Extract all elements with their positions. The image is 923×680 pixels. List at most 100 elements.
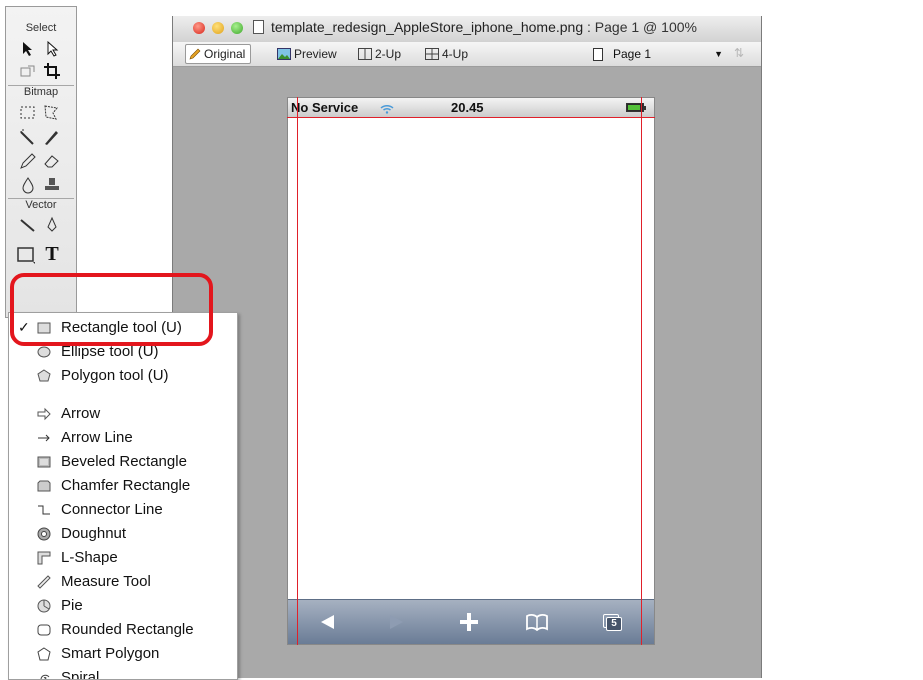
brush-tool-icon[interactable] xyxy=(42,127,62,147)
back-arrow-icon[interactable] xyxy=(314,608,342,636)
close-window-button[interactable] xyxy=(193,22,205,34)
pointer-tool-icon[interactable] xyxy=(18,39,38,59)
menu-item-rectangle-tool[interactable]: ✓ Rectangle tool (U) xyxy=(9,316,237,340)
page-icon xyxy=(593,48,603,61)
menu-item-measure-tool[interactable]: Measure Tool xyxy=(9,570,237,594)
view-toolbar: Original Preview 2-Up 4-Up Page 1 ▼ ⇅ xyxy=(173,42,761,67)
menu-item-rounded-rectangle[interactable]: Rounded Rectangle xyxy=(9,618,237,642)
chevron-down-icon: ▼ xyxy=(714,49,723,59)
rectangle-icon xyxy=(37,321,51,335)
tab-preview[interactable]: Preview xyxy=(277,45,337,63)
tools-panel: Select Bitmap Vector T xyxy=(5,6,77,318)
eraser-tool-icon[interactable] xyxy=(42,151,62,171)
vertical-guide-left[interactable] xyxy=(297,97,298,645)
bitmap-section-label: Bitmap xyxy=(23,86,59,98)
menu-item-arrow-line[interactable]: Arrow Line xyxy=(9,426,237,450)
horizontal-guide-top[interactable] xyxy=(287,117,655,118)
four-up-icon xyxy=(425,47,439,65)
menu-item-beveled-rectangle[interactable]: Beveled Rectangle xyxy=(9,450,237,474)
tab-4-up-label: 4-Up xyxy=(442,47,469,61)
menu-item-label: Spiral xyxy=(61,669,100,680)
select-section-label: Select xyxy=(25,22,57,34)
menu-item-label: Rounded Rectangle xyxy=(61,621,194,638)
wifi-icon xyxy=(380,102,394,117)
tab-preview-label: Preview xyxy=(294,47,337,61)
menu-item-doughnut[interactable]: Doughnut xyxy=(9,522,237,546)
rectangle-tool-icon[interactable] xyxy=(16,245,36,265)
tab-original[interactable]: Original xyxy=(185,44,252,65)
blur-tool-icon[interactable] xyxy=(18,175,38,195)
tab-original-label: Original xyxy=(204,47,246,61)
pages-icon[interactable]: 5 xyxy=(598,608,626,636)
smart-polygon-icon xyxy=(37,647,51,661)
chamfer-rectangle-icon xyxy=(37,479,51,493)
menu-item-chamfer-rectangle[interactable]: Chamfer Rectangle xyxy=(9,474,237,498)
connector-line-icon xyxy=(37,503,51,517)
page-select-value: Page 1 xyxy=(613,47,652,61)
marquee-tool-icon[interactable] xyxy=(18,103,38,123)
menu-item-label: Pie xyxy=(61,597,83,614)
menu-item-label: Smart Polygon xyxy=(61,645,160,662)
carrier-label: No Service xyxy=(291,100,359,115)
preview-icon xyxy=(277,47,291,65)
tab-2-up[interactable]: 2-Up xyxy=(358,45,401,63)
subselect-tool-icon[interactable] xyxy=(42,39,62,59)
line-tool-icon[interactable] xyxy=(18,215,38,235)
text-tool-icon[interactable]: T xyxy=(42,243,62,265)
menu-item-label: Connector Line xyxy=(61,501,163,518)
menu-item-label: Arrow Line xyxy=(61,429,133,446)
window-title: template_redesign_AppleStore_iphone_home… xyxy=(271,19,697,35)
menu-item-arrow[interactable]: Arrow xyxy=(9,402,237,426)
scale-tool-icon[interactable] xyxy=(18,61,38,81)
checkmark-icon: ✓ xyxy=(18,319,30,335)
crop-tool-icon[interactable] xyxy=(42,61,62,81)
menu-item-l-shape[interactable]: L-Shape xyxy=(9,546,237,570)
rounded-rectangle-icon xyxy=(37,623,51,637)
menu-item-label: Doughnut xyxy=(61,525,127,542)
minimize-window-button[interactable] xyxy=(212,22,224,34)
pages-count: 5 xyxy=(606,617,622,631)
tab-4-up[interactable]: 4-Up xyxy=(425,45,468,63)
iphone-canvas[interactable]: No Service 20.45 5 xyxy=(287,97,655,645)
beveled-rectangle-icon xyxy=(37,455,51,469)
bookmarks-icon[interactable] xyxy=(523,608,551,636)
menu-item-ellipse-tool[interactable]: Ellipse tool (U) xyxy=(9,340,237,364)
arrow-icon xyxy=(37,407,51,421)
pen-tool-icon[interactable] xyxy=(42,215,62,235)
two-up-icon xyxy=(358,47,372,65)
lasso-tool-icon[interactable] xyxy=(42,103,62,123)
menu-item-label: Measure Tool xyxy=(61,573,151,590)
spiral-icon xyxy=(37,671,51,679)
menu-item-connector-line[interactable]: Connector Line xyxy=(9,498,237,522)
arrow-line-icon xyxy=(37,431,51,445)
menu-item-label: Rectangle tool (U) xyxy=(61,319,182,336)
menu-item-label: Beveled Rectangle xyxy=(61,453,187,470)
menu-item-pie[interactable]: Pie xyxy=(9,594,237,618)
zoom-window-button[interactable] xyxy=(231,22,243,34)
clock-label: 20.45 xyxy=(451,100,484,115)
doughnut-icon xyxy=(37,527,51,541)
pencil-icon xyxy=(189,47,201,65)
vertical-guide-right[interactable] xyxy=(641,97,642,645)
polygon-icon xyxy=(37,369,51,383)
page-select-dropdown[interactable]: Page 1 ▼ xyxy=(587,45,725,63)
menu-item-smart-polygon[interactable]: Smart Polygon xyxy=(9,642,237,666)
plus-icon[interactable] xyxy=(455,608,483,636)
menu-item-label: Arrow xyxy=(61,405,101,422)
menu-item-label: Ellipse tool (U) xyxy=(61,343,159,360)
forward-arrow-icon[interactable] xyxy=(382,608,410,636)
menu-item-polygon-tool[interactable]: Polygon tool (U) xyxy=(9,364,237,388)
magic-wand-tool-icon[interactable] xyxy=(18,127,38,147)
export-icon[interactable]: ⇅ xyxy=(734,46,752,62)
pencil-tool-icon[interactable] xyxy=(18,151,38,171)
l-shape-icon xyxy=(37,551,51,565)
menu-item-label: L-Shape xyxy=(61,549,118,566)
vector-section-label: Vector xyxy=(25,199,57,211)
pie-icon xyxy=(37,599,51,613)
ellipse-icon xyxy=(37,345,51,359)
rubber-stamp-tool-icon[interactable] xyxy=(42,175,62,195)
safari-bottom-toolbar: 5 xyxy=(288,599,654,644)
menu-item-label: Chamfer Rectangle xyxy=(61,477,191,494)
page-zoom-info: : Page 1 @ 100% xyxy=(583,19,697,35)
tab-2-up-label: 2-Up xyxy=(375,47,402,61)
